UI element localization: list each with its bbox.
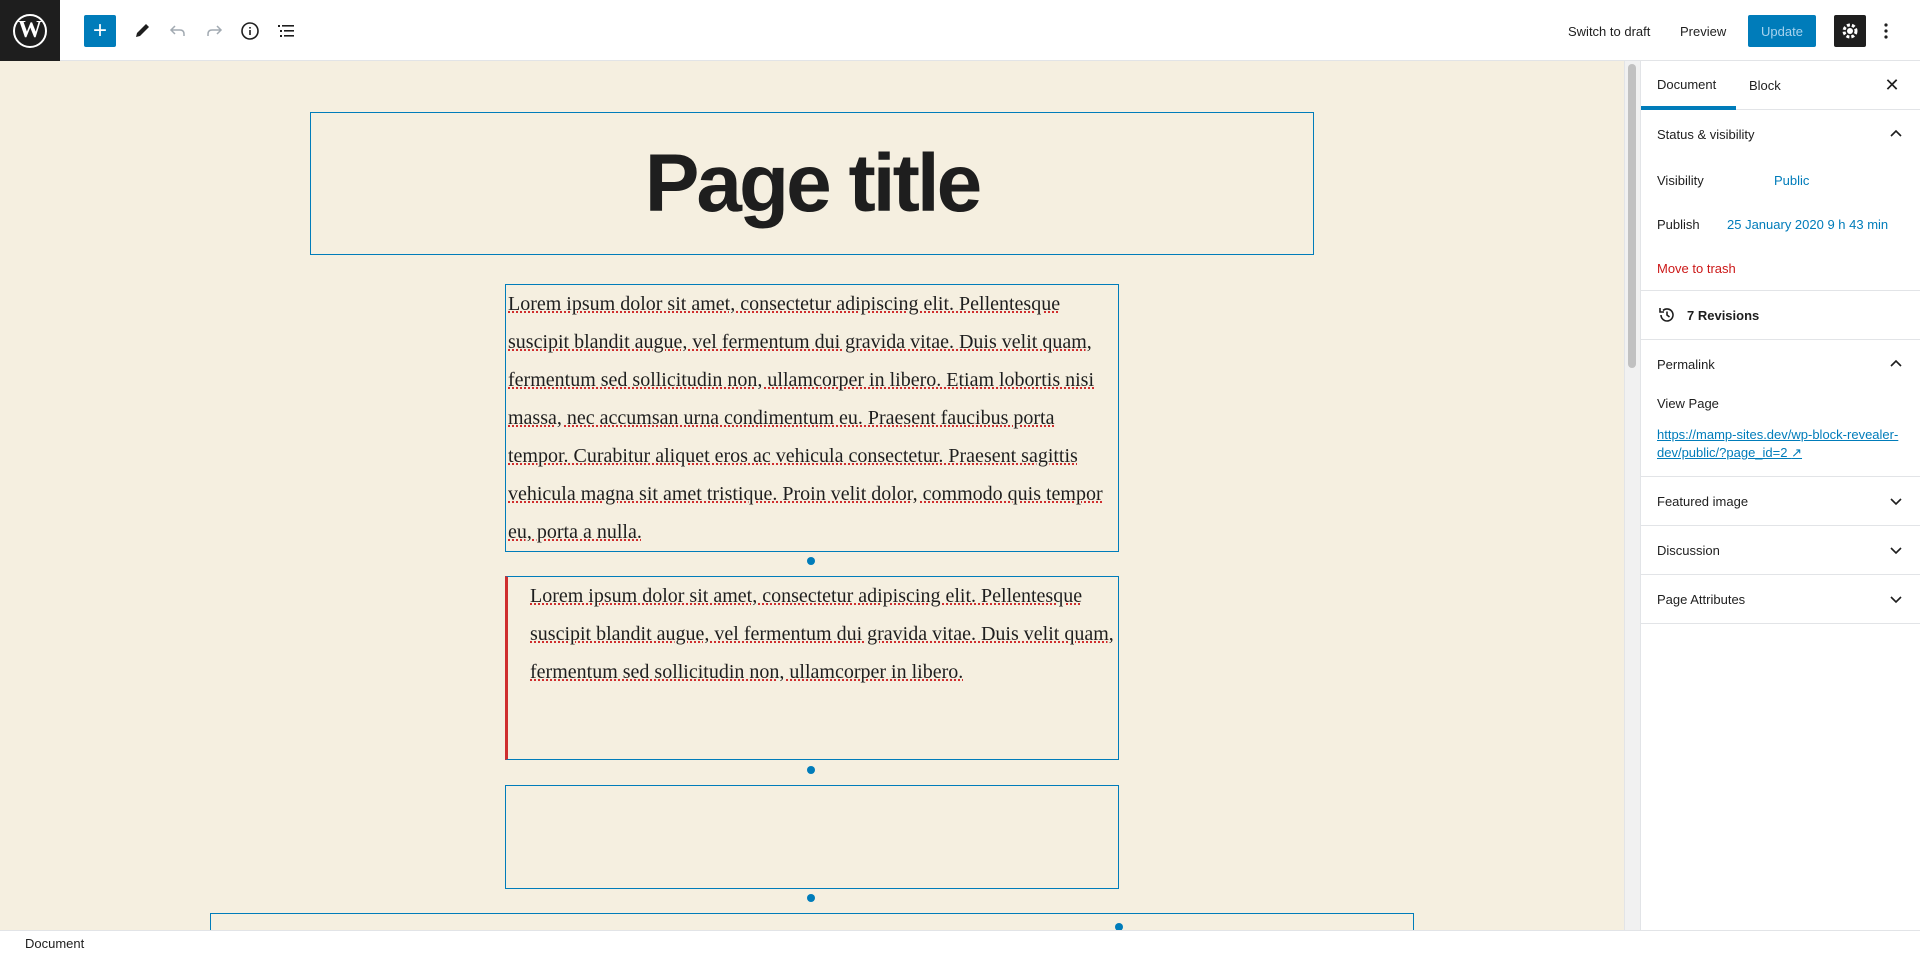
publish-date-link[interactable]: 25 January 2020 9 h 43 min	[1727, 217, 1888, 232]
chevron-up-icon	[1890, 129, 1902, 137]
panel-title: Featured image	[1657, 493, 1749, 509]
chevron-down-icon	[1890, 547, 1902, 555]
block-inserter-dot[interactable]	[807, 766, 815, 774]
visibility-row: Visibility Public	[1641, 158, 1920, 202]
gear-icon	[1842, 23, 1858, 39]
sidebar-tabs: Document Block ✕	[1641, 61, 1920, 110]
view-page-label: View Page	[1657, 395, 1719, 411]
update-button[interactable]: Update	[1748, 15, 1816, 47]
history-icon	[1659, 308, 1674, 322]
permalink-url-link[interactable]: https://mamp-sites.dev/wp-block-revealer…	[1641, 426, 1920, 462]
paragraph-text[interactable]: Lorem ipsum dolor sit amet, consectetur …	[530, 577, 1116, 691]
list-view-icon	[278, 25, 294, 37]
content-structure-button[interactable]	[234, 15, 266, 47]
revisions-label: 7 Revisions	[1687, 307, 1760, 323]
editor-canvas[interactable]: Page title Lorem ipsum dolor sit amet, c…	[0, 61, 1624, 930]
discussion-panel[interactable]: Discussion	[1641, 526, 1920, 575]
paragraph-block[interactable]: Lorem ipsum dolor sit amet, consectetur …	[505, 576, 1119, 760]
external-link-icon: ↗	[1791, 445, 1803, 460]
chevron-down-icon	[1890, 596, 1902, 604]
page-attributes-toggle[interactable]: Page Attributes	[1641, 575, 1920, 623]
switch-to-draft-button[interactable]: Switch to draft	[1568, 15, 1650, 47]
redo-icon	[207, 25, 223, 36]
more-vertical-icon	[1884, 23, 1888, 39]
block-navigation-button[interactable]	[270, 15, 302, 47]
paragraph-block[interactable]: Lorem ipsum dolor sit amet, consectetur …	[505, 284, 1119, 552]
permalink-panel: Permalink View Page https://mamp-sites.d…	[1641, 340, 1920, 477]
redo-button[interactable]	[198, 15, 230, 47]
paragraph-text[interactable]: Lorem ipsum dolor sit amet, consectetur …	[508, 285, 1116, 551]
add-block-button[interactable]: +	[84, 15, 116, 47]
move-to-trash-button[interactable]: Move to trash	[1657, 261, 1736, 276]
page-title-block[interactable]: Page title	[310, 112, 1314, 255]
visibility-label: Visibility	[1657, 172, 1704, 188]
undo-button[interactable]	[162, 15, 194, 47]
revisions-link[interactable]: 7 Revisions	[1641, 291, 1920, 339]
featured-image-toggle[interactable]: Featured image	[1641, 477, 1920, 525]
page-title[interactable]: Page title	[645, 137, 983, 231]
preview-button[interactable]: Preview	[1680, 15, 1726, 47]
edit-tools-button[interactable]	[126, 15, 158, 47]
empty-block[interactable]	[505, 785, 1119, 889]
discussion-toggle[interactable]: Discussion	[1641, 526, 1920, 574]
permalink-url-text: https://mamp-sites.dev/wp-block-revealer…	[1657, 427, 1899, 460]
visibility-value-link[interactable]: Public	[1774, 173, 1809, 188]
editor-header: W + Switch to draft Preview Update	[0, 0, 1920, 61]
undo-icon	[169, 25, 185, 36]
info-icon	[241, 22, 259, 40]
featured-image-panel[interactable]: Featured image	[1641, 477, 1920, 526]
publish-row: Publish 25 January 2020 9 h 43 min	[1641, 202, 1920, 246]
settings-sidebar: Document Block ✕ Status & visibility Vis…	[1640, 61, 1920, 930]
breadcrumb-document[interactable]: Document	[25, 936, 84, 951]
wide-block[interactable]	[210, 913, 1414, 930]
panel-title: Status & visibility	[1657, 126, 1755, 142]
block-inserter-dot[interactable]	[807, 894, 815, 902]
trash-row: Move to trash	[1641, 246, 1920, 290]
block-inserter-dot[interactable]	[807, 557, 815, 565]
panel-title: Page Attributes	[1657, 591, 1746, 607]
revisions-panel[interactable]: 7 Revisions	[1641, 291, 1920, 340]
status-visibility-toggle[interactable]: Status & visibility	[1641, 110, 1920, 158]
editor-scrollbar-thumb[interactable]	[1628, 64, 1636, 368]
permalink-toggle[interactable]: Permalink	[1641, 340, 1920, 388]
wordpress-logo-icon: W	[13, 13, 47, 48]
resize-handle-dot[interactable]	[1115, 923, 1123, 930]
pencil-icon	[136, 24, 149, 37]
chevron-up-icon	[1890, 359, 1902, 367]
tab-block[interactable]: Block	[1749, 61, 1781, 110]
panel-title: Discussion	[1657, 542, 1720, 558]
settings-button[interactable]	[1834, 15, 1866, 47]
more-menu-button[interactable]	[1870, 15, 1902, 47]
chevron-down-icon	[1890, 498, 1902, 506]
close-icon[interactable]: ✕	[1880, 73, 1904, 97]
block-breadcrumb: Document	[0, 930, 1920, 956]
status-visibility-panel: Status & visibility Visibility Public Pu…	[1641, 110, 1920, 291]
page-attributes-panel[interactable]: Page Attributes	[1641, 575, 1920, 624]
panel-title: Permalink	[1657, 356, 1715, 372]
tab-document[interactable]: Document	[1641, 61, 1736, 110]
wordpress-logo-button[interactable]: W	[0, 0, 60, 61]
